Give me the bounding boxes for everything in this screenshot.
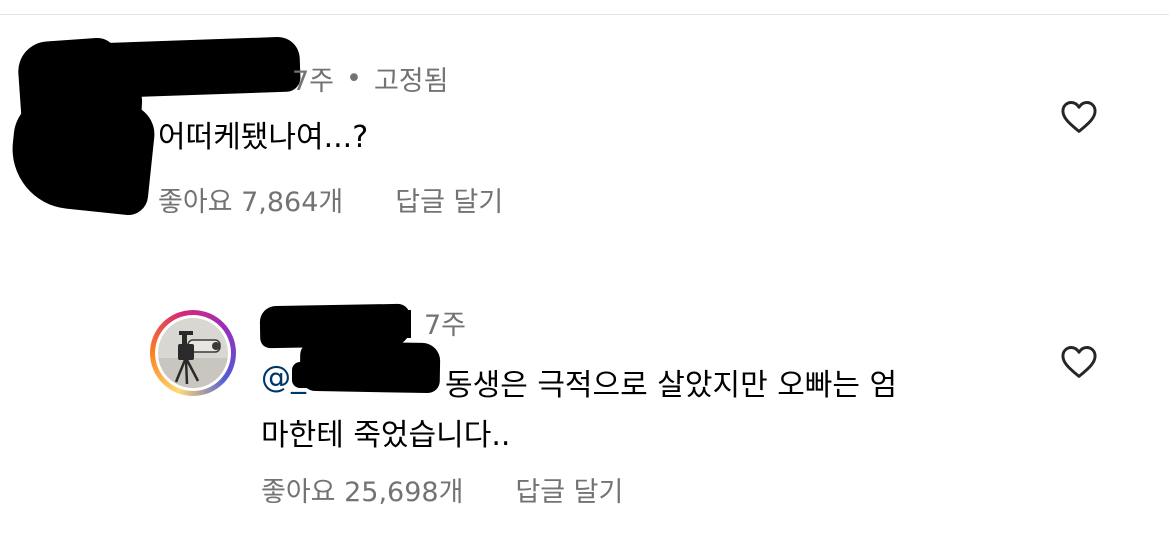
heart-outline-icon[interactable] (1060, 345, 1098, 379)
redaction-mark (84, 36, 301, 99)
heart-outline-icon[interactable] (1060, 100, 1098, 134)
redaction-mark (299, 340, 441, 394)
comment-actions: 좋아요 25,698개 답글 달기 (261, 468, 623, 510)
comment-time: 7주 (292, 65, 335, 97)
comment-text: 어떠케됐나여...? (158, 120, 369, 155)
likes-count[interactable]: 좋아요 7,864개 (158, 180, 343, 219)
top-divider (0, 14, 1169, 15)
comment-text-line-2: 마한테 죽었습니다.. (261, 418, 511, 453)
redaction-mark (330, 312, 400, 342)
reply-button[interactable]: 답글 달기 (395, 180, 503, 219)
comment-time: 7주 (424, 309, 467, 341)
comment-text-line-1: 동생은 극적으로 살았지만 오빠는 엄 (445, 368, 898, 403)
separator-dot: • (346, 62, 362, 94)
comment-meta: 7주 • 고정됨 (292, 58, 449, 98)
avatar[interactable] (150, 310, 236, 396)
avatar-image (158, 318, 228, 388)
reply-button[interactable]: 답글 달기 (515, 470, 623, 509)
username-tail (406, 310, 411, 338)
pinned-label: 고정됨 (373, 65, 449, 97)
likes-count[interactable]: 좋아요 25,698개 (261, 470, 463, 509)
avatar-ring-gap (155, 315, 231, 391)
comment-actions: 좋아요 7,864개 답글 달기 (158, 178, 503, 220)
